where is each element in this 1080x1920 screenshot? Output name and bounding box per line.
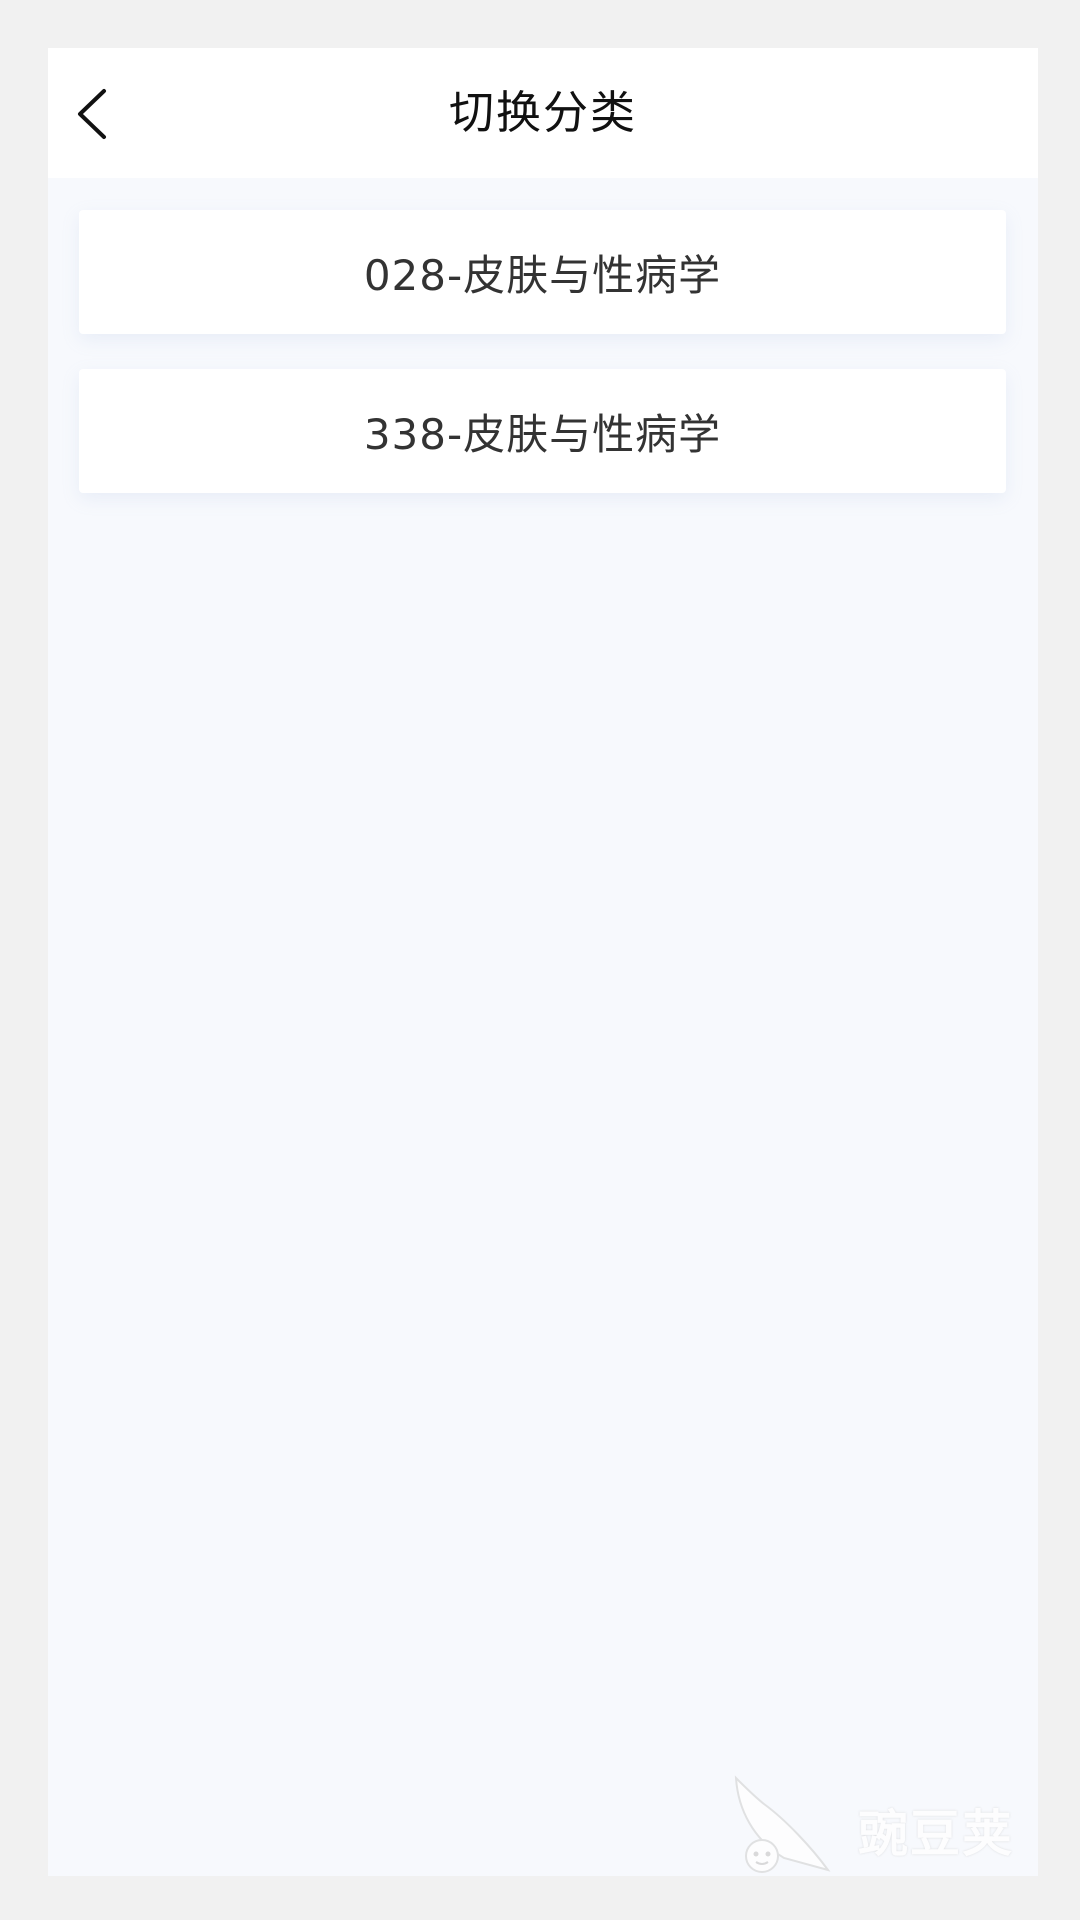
watermark-text: 豌豆荚: [858, 1805, 1014, 1863]
top-bar: 切换分类: [48, 48, 1038, 178]
app-screen: 切换分类 028-皮肤与性病学 338-皮肤与性病学: [48, 48, 1038, 1876]
category-item[interactable]: 338-皮肤与性病学: [79, 369, 1006, 493]
pea-pod-logo-icon: [734, 1775, 831, 1873]
page-title: 切换分类: [448, 86, 637, 139]
category-item[interactable]: 028-皮肤与性病学: [79, 210, 1006, 334]
watermark-logo: 豌豆荚: [724, 1770, 1044, 1880]
category-list: 028-皮肤与性病学 338-皮肤与性病学: [79, 210, 1006, 528]
